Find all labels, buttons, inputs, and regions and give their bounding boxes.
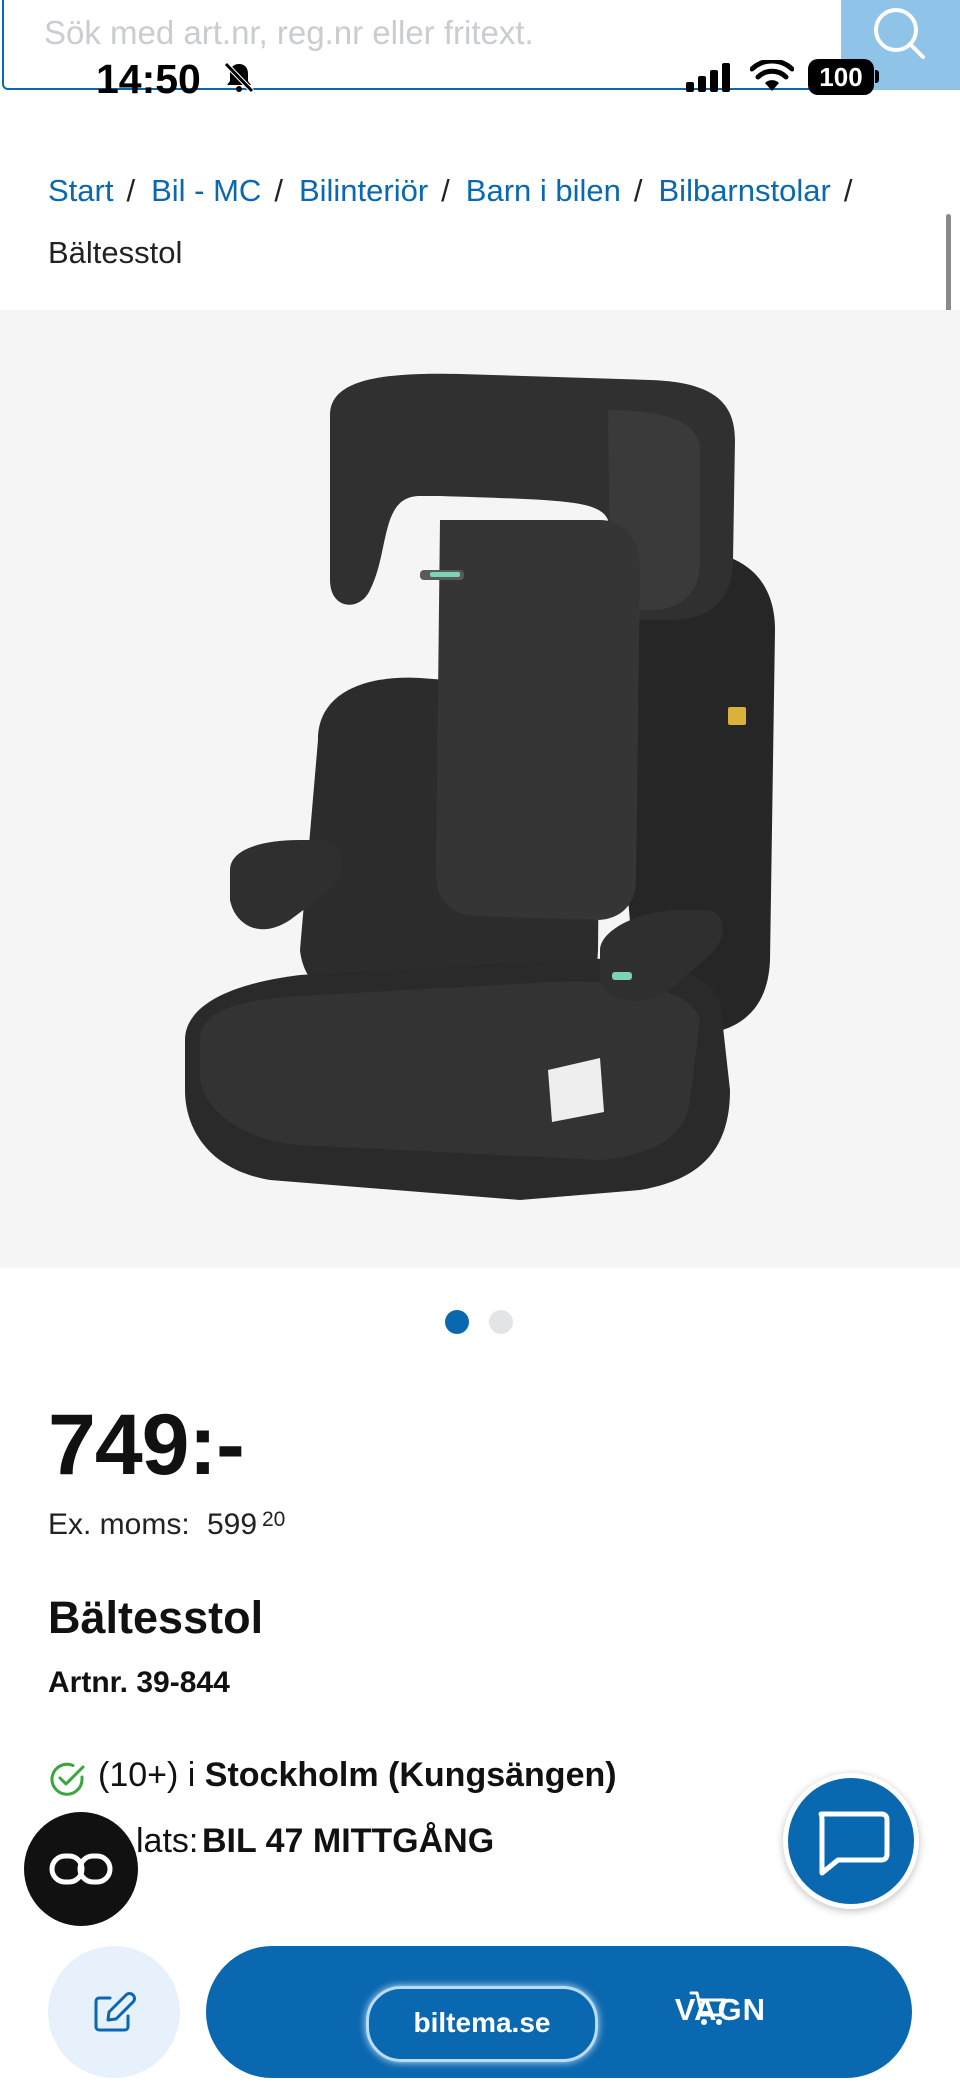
wifi-icon xyxy=(750,60,794,91)
shelf-value: BIL 47 MITTGÅNG xyxy=(202,1822,495,1860)
breadcrumb-separator: / xyxy=(633,173,643,208)
cellular-signal-icon xyxy=(686,63,730,92)
browser-url-pill[interactable]: biltema.se xyxy=(366,1986,598,2062)
link-loop-icon xyxy=(49,1853,113,1885)
stock-store: Stockholm (Kungsängen) xyxy=(204,1756,617,1794)
breadcrumb-separator: / xyxy=(843,173,853,208)
product-image xyxy=(185,373,775,1200)
breadcrumb-separator: / xyxy=(126,173,136,208)
check-circle-icon xyxy=(50,1762,85,1796)
edit-note-button[interactable] xyxy=(48,1946,180,2078)
chat-bubble-icon xyxy=(818,1811,890,1876)
status-bar: 14:50 100 xyxy=(0,48,960,104)
chat-button[interactable] xyxy=(783,1773,919,1909)
shelf-label: lats: xyxy=(136,1822,199,1860)
cart-icon xyxy=(689,1991,727,2025)
silent-bell-icon xyxy=(224,62,254,93)
edit-icon xyxy=(94,1992,136,2032)
product-title: Bältesstol xyxy=(48,1592,264,1643)
search-placeholder: Sök med art.nr, reg.nr eller fritext. xyxy=(44,14,534,51)
breadcrumb: Start / Bil - MC / Bilinteriör / Barn i bilen /… xyxy=(48,160,928,284)
ex-moms-value: 599 xyxy=(207,1508,258,1541)
status-time: 14:50 xyxy=(96,56,201,102)
breadcrumb-current: Bältesstol xyxy=(48,235,183,270)
product-image-gallery[interactable] xyxy=(0,310,960,1268)
ex-moms-label: Ex. moms: xyxy=(48,1508,190,1541)
gallery-dot-active[interactable] xyxy=(445,1310,469,1334)
battery-tip xyxy=(875,70,879,83)
breadcrumb-separator: / xyxy=(441,173,450,208)
breadcrumb-barn-i-bilen[interactable]: Barn i bilen xyxy=(466,173,621,208)
gallery-dot[interactable] xyxy=(489,1310,513,1334)
battery-indicator: 100 xyxy=(808,59,874,95)
breadcrumb-start[interactable]: Start xyxy=(48,173,113,208)
ex-moms-decimals: 20 xyxy=(262,1508,286,1531)
breadcrumb-bilinterior[interactable]: Bilinteriör xyxy=(299,173,428,208)
article-number: Artnr. 39-844 xyxy=(48,1666,230,1699)
breadcrumb-bil-mc[interactable]: Bil - MC xyxy=(151,173,261,208)
browser-url: biltema.se xyxy=(413,2007,551,2038)
stock-count: (10+) i xyxy=(98,1756,196,1794)
breadcrumb-separator: / xyxy=(274,173,283,208)
product-price: 749:- xyxy=(48,1397,245,1493)
breadcrumb-bilbarnstolar[interactable]: Bilbarnstolar xyxy=(659,173,831,208)
accessibility-overlay-button[interactable] xyxy=(24,1812,138,1926)
